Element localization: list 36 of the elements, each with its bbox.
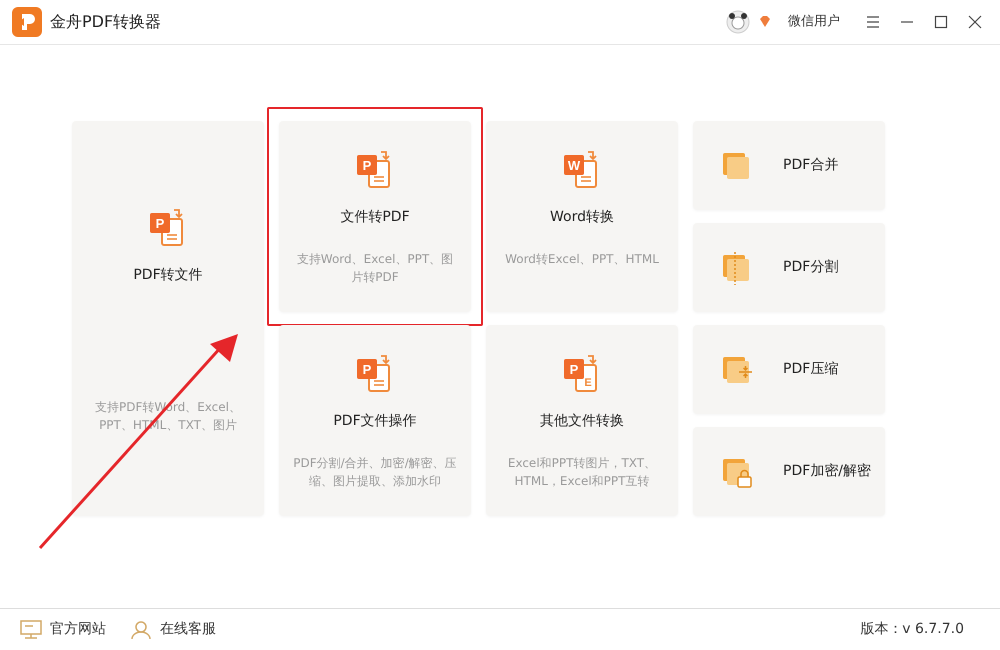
footer-link[interactable]: 在线客服 <box>130 619 216 640</box>
monitor-icon <box>20 620 42 640</box>
user-name[interactable]: 微信用户 <box>788 12 840 32</box>
tool-card[interactable]: P 文件转PDF 支持Word、Excel、PPT、图片转PDF <box>279 121 471 312</box>
tool-card[interactable]: PDF压缩 <box>693 325 885 414</box>
maximize-icon <box>934 15 948 29</box>
maximize-button[interactable] <box>932 13 950 31</box>
tool-card[interactable]: P E 其他文件转换 Excel和PPT转图片，TXT、HTML，Excel和PPT互转 <box>486 325 678 516</box>
tool-title: PDF合并 <box>783 156 838 175</box>
tool-title: 其他文件转换 <box>540 412 624 431</box>
tool-description: Excel和PPT转图片，TXT、HTML，Excel和PPT互转 <box>506 455 658 490</box>
tool-card[interactable]: PDF分割 <box>693 223 885 312</box>
tool-card[interactable]: PDF合并 <box>693 121 885 210</box>
tool-title: PDF压缩 <box>783 360 838 379</box>
tool-description: Word转Excel、PPT、HTML <box>505 251 659 268</box>
tool-title: PDF加密/解密 <box>783 462 871 481</box>
tool-title: 文件转PDF <box>340 208 410 227</box>
tool-description: 支持Word、Excel、PPT、图片转PDF <box>296 251 454 286</box>
tool-card[interactable]: PDF加密/解密 <box>693 427 885 516</box>
tool-card[interactable]: W Word转换 Word转Excel、PPT、HTML <box>486 121 678 312</box>
close-icon <box>968 15 982 29</box>
tool-card[interactable]: P PDF文件操作 PDF分割/合并、加密/解密、压缩、图片提取、添加水印 <box>279 325 471 516</box>
close-button[interactable] <box>966 13 984 31</box>
tool-title: Word转换 <box>550 208 614 227</box>
person-icon <box>130 620 152 640</box>
diamond-icon <box>758 15 772 29</box>
tool-title: PDF转文件 <box>133 266 203 285</box>
menu-icon <box>866 16 880 28</box>
avatar-icon[interactable] <box>726 10 750 34</box>
footer-link[interactable]: 官方网站 <box>20 619 106 640</box>
logo-icon <box>12 7 42 37</box>
tool-title: PDF文件操作 <box>333 412 417 431</box>
tool-title: PDF分割 <box>783 258 838 277</box>
tool-description: PDF分割/合并、加密/解密、压缩、图片提取、添加水印 <box>292 455 458 490</box>
app-title: 金舟PDF转换器 <box>50 11 162 33</box>
version-label: 版本：v 6.7.7.0 <box>860 620 964 639</box>
